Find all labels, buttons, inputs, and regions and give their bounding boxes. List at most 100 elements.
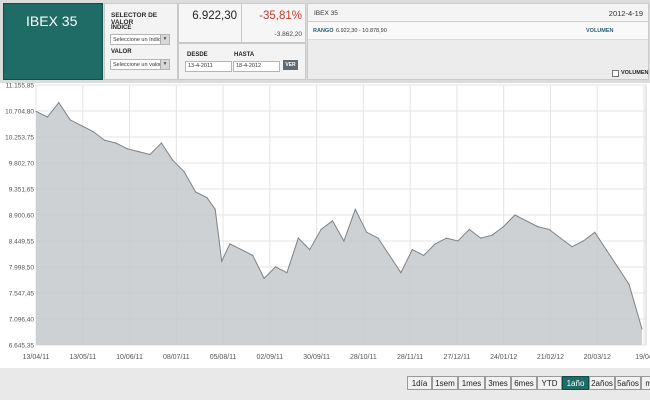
data-point bbox=[480, 237, 482, 239]
chevron-down-icon[interactable]: ▼ bbox=[160, 60, 169, 69]
data-point bbox=[594, 231, 596, 233]
data-point bbox=[240, 249, 242, 251]
x-tick-label: 19/04 bbox=[635, 354, 650, 361]
x-tick-label: 13/05/11 bbox=[69, 354, 96, 361]
data-point bbox=[81, 125, 83, 127]
data-point bbox=[149, 153, 151, 156]
index-select[interactable]: Seleccione un índice ▼ bbox=[110, 34, 170, 45]
x-tick-label: 28/10/11 bbox=[350, 354, 377, 361]
change-absolute: -3.862,20 bbox=[274, 31, 302, 38]
data-point bbox=[274, 266, 277, 268]
data-point bbox=[172, 159, 174, 161]
range-button-5anos[interactable]: 5años bbox=[615, 376, 641, 390]
range-button-1dia[interactable]: 1día bbox=[407, 376, 432, 390]
y-tick-label: 7.096,40 bbox=[9, 317, 35, 324]
data-point bbox=[331, 220, 334, 222]
value-selector-panel: SELECTOR DE VALOR ÍNDICE Seleccione un í… bbox=[104, 3, 178, 80]
y-tick-label: 8.900,60 bbox=[9, 213, 35, 220]
data-point bbox=[126, 148, 128, 150]
range-button-1ano[interactable]: 1año bbox=[562, 376, 589, 390]
data-point bbox=[69, 119, 71, 121]
y-tick-label: 10.704,80 bbox=[5, 109, 34, 116]
data-point bbox=[514, 214, 516, 216]
value-select[interactable]: Seleccione un valor ▼ bbox=[110, 59, 170, 70]
data-point bbox=[286, 272, 288, 274]
to-label: HASTA bbox=[234, 52, 255, 58]
data-point bbox=[354, 208, 356, 210]
data-point bbox=[366, 231, 368, 233]
x-tick-label: 27/12/11 bbox=[444, 354, 471, 361]
value-label: VALOR bbox=[111, 49, 132, 55]
data-point bbox=[221, 260, 223, 262]
data-point bbox=[263, 277, 265, 279]
data-point bbox=[605, 249, 607, 251]
go-button[interactable]: VER bbox=[283, 60, 298, 70]
info-panel: IBEX 35 2012-4-19 RANGO 6.922,30 - 10.87… bbox=[307, 3, 649, 80]
from-date-input[interactable]: 13-4-2011 bbox=[185, 61, 232, 72]
data-point bbox=[423, 254, 425, 256]
data-point bbox=[388, 254, 391, 256]
range-button-max[interactable]: máx. bbox=[641, 376, 650, 390]
data-point bbox=[183, 171, 185, 173]
data-point bbox=[138, 151, 140, 153]
x-tick-label: 21/02/12 bbox=[537, 354, 564, 361]
info-index-name: IBEX 35 bbox=[314, 10, 338, 17]
data-point bbox=[343, 240, 345, 242]
data-point bbox=[92, 130, 94, 133]
range-button-2anos[interactable]: 2años bbox=[589, 376, 615, 390]
data-point bbox=[468, 228, 470, 230]
data-point bbox=[297, 237, 299, 239]
index-label: ÍNDICE bbox=[111, 25, 132, 31]
price-chart: 11.155,85 10.704,80 10.253,75 9.802,70 9.351… bbox=[5, 83, 650, 362]
x-tick-label: 20/03/12 bbox=[584, 354, 611, 361]
data-point bbox=[252, 254, 254, 256]
data-point bbox=[160, 142, 162, 144]
range-button-ytd[interactable]: YTD bbox=[537, 376, 562, 390]
data-point bbox=[537, 226, 539, 228]
volume-checkbox[interactable] bbox=[612, 70, 619, 77]
y-tick-label: 7.998,50 bbox=[9, 265, 35, 272]
price-box: 6.922,30 bbox=[178, 3, 242, 43]
index-select-value: Seleccione un índice bbox=[113, 37, 164, 43]
current-price: 6.922,30 bbox=[192, 10, 237, 22]
range-label: RANGO bbox=[313, 28, 334, 34]
y-tick-label: 10.253,75 bbox=[5, 135, 34, 142]
data-point bbox=[641, 328, 643, 330]
data-point bbox=[617, 266, 619, 268]
y-tick-label: 9.351,65 bbox=[9, 187, 35, 194]
range-button-6mes[interactable]: 6mes bbox=[511, 376, 537, 390]
range-button-1mes[interactable]: 1mes bbox=[458, 376, 485, 390]
data-point bbox=[58, 102, 60, 104]
range-button-3mes[interactable]: 3mes bbox=[485, 376, 511, 390]
data-point bbox=[445, 237, 448, 239]
selector-title: SELECTOR DE VALOR bbox=[111, 12, 158, 26]
data-point bbox=[46, 116, 49, 118]
data-point bbox=[115, 142, 117, 144]
y-tick-label: 11.155,85 bbox=[6, 83, 35, 90]
range-value: 6.922,30 - 10.878,90 bbox=[336, 28, 387, 34]
data-point bbox=[229, 243, 231, 245]
data-point bbox=[502, 226, 505, 228]
data-point bbox=[377, 237, 379, 239]
x-tick-label: 28/11/11 bbox=[397, 354, 423, 361]
data-point bbox=[548, 228, 550, 230]
data-point bbox=[103, 139, 105, 141]
volume-label: VOLUMEN bbox=[586, 28, 614, 34]
x-tick-label: 30/09/11 bbox=[303, 354, 330, 361]
from-label: DESDE bbox=[187, 52, 208, 58]
y-tick-label: 6.645,35 bbox=[9, 343, 35, 350]
data-point bbox=[559, 237, 562, 239]
chevron-down-icon[interactable]: ▼ bbox=[160, 35, 169, 44]
data-point bbox=[195, 191, 197, 193]
volume-toggle[interactable]: VOLUMEN bbox=[612, 70, 650, 79]
y-tick-label: 9.802,70 bbox=[9, 161, 35, 168]
y-tick-label: 8.449,55 bbox=[9, 239, 35, 246]
info-date: 2012-4-19 bbox=[608, 9, 643, 18]
x-tick-label: 13/04/11 bbox=[23, 354, 50, 361]
header-bar: IBEX 35 SELECTOR DE VALOR ÍNDICE Selecci… bbox=[0, 0, 650, 83]
data-point bbox=[628, 283, 630, 285]
data-point bbox=[214, 208, 216, 210]
range-button-1sem[interactable]: 1sem bbox=[432, 376, 458, 390]
data-point bbox=[400, 272, 402, 274]
to-date-input[interactable]: 18-4-2012 bbox=[233, 61, 280, 72]
